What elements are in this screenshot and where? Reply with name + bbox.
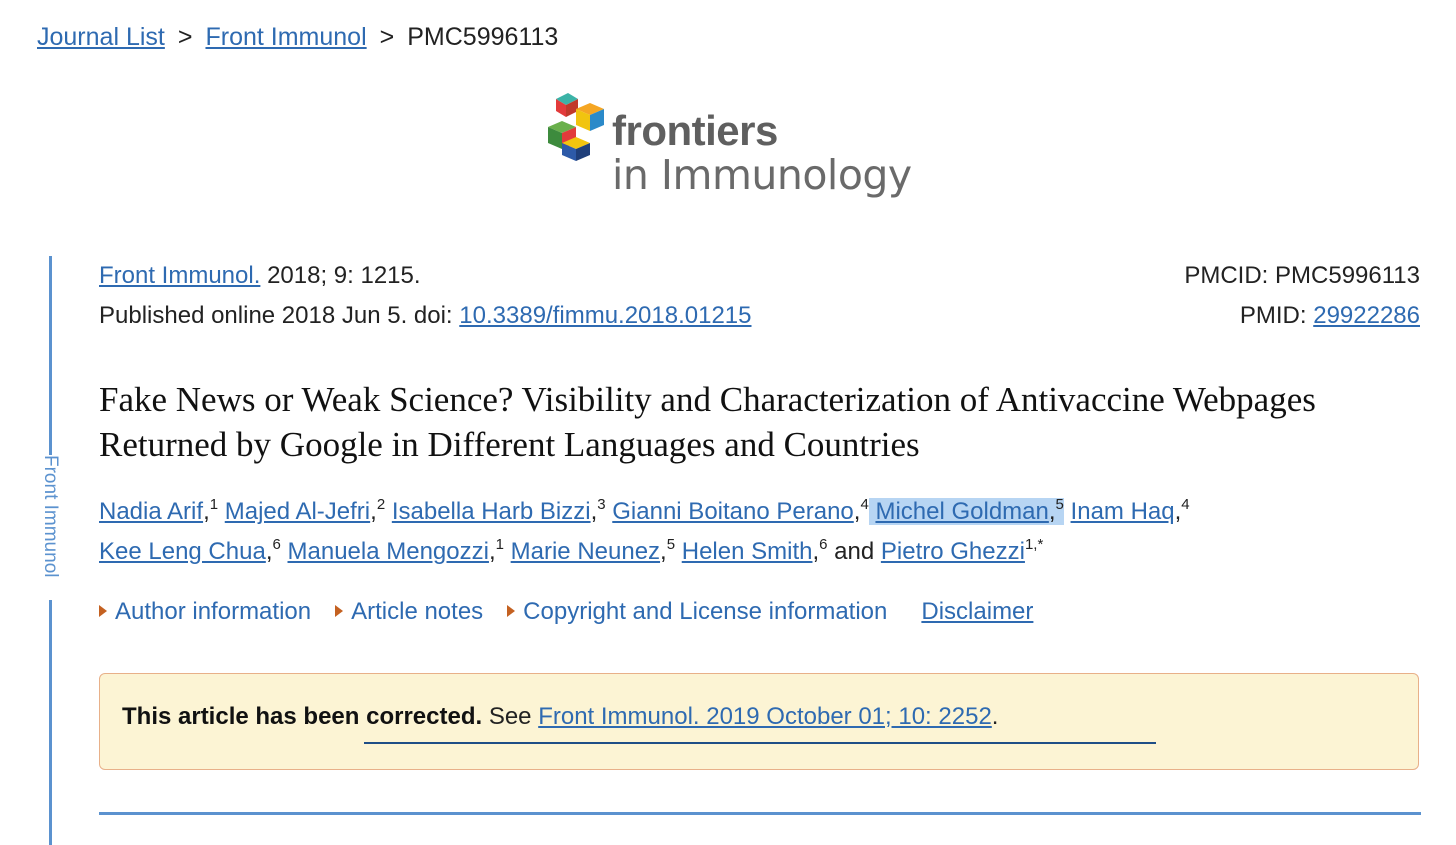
author-affiliation: 1 (209, 496, 219, 513)
author-link[interactable]: Gianni Boitano Perano (612, 498, 854, 525)
text-selection-highlight: Michel Goldman,5 (868, 496, 1064, 525)
correction-text: This article has been corrected. See Fro… (122, 701, 998, 733)
breadcrumb-journal-list-link[interactable]: Journal List (37, 23, 165, 51)
breadcrumb-separator: > (379, 23, 395, 51)
correction-period: . (991, 703, 999, 730)
correction-bold-text: This article has been corrected. (122, 703, 483, 730)
journal-logo[interactable]: frontiers in Immunology (546, 93, 926, 208)
author-affiliation: 6 (819, 536, 828, 553)
author-affiliation: 4 (1181, 496, 1190, 513)
citation-line: Front Immunol. 2018; 9: 1215. (99, 260, 421, 292)
correction-article-link[interactable]: Front Immunol. 2019 October 01; 10: 2252 (538, 703, 992, 730)
published-text: Published online 2018 Jun 5. doi: (99, 302, 453, 329)
citation-details: 2018; 9: 1215. (267, 262, 421, 289)
author-link[interactable]: Majed Al-Jefri (225, 498, 370, 525)
correction-see-text: See (488, 703, 532, 730)
journal-citation-link[interactable]: Front Immunol. (99, 262, 260, 289)
copyright-toggle[interactable]: Copyright and License information (507, 598, 887, 625)
breadcrumb-separator: > (177, 23, 193, 51)
frontiers-cube-logo-icon (548, 93, 604, 161)
pmid-line: PMID: 29922286 (1240, 300, 1420, 332)
author-affiliation: 5 (666, 536, 676, 553)
pmid-label: PMID: (1239, 302, 1307, 329)
article-notes-toggle[interactable]: Article notes (335, 598, 483, 625)
copyright-label: Copyright and License information (523, 598, 888, 625)
author-affiliation: 5 (1055, 496, 1064, 513)
author-affiliation: 6 (272, 536, 281, 553)
disclaimer-link[interactable]: Disclaimer (921, 598, 1033, 625)
author-information-label: Author information (115, 598, 312, 625)
side-journal-label[interactable]: Front Immunol (40, 455, 61, 577)
author-link[interactable]: Helen Smith (682, 538, 813, 565)
author-link[interactable]: Marie Neunez (511, 538, 660, 565)
breadcrumb: Journal List > Front Immunol > PMC5996113 (37, 20, 558, 54)
author-link[interactable]: Isabella Harb Bizzi (392, 498, 591, 525)
expand-triangle-icon (507, 605, 516, 617)
authors-and-text: and (834, 538, 875, 565)
author-affiliation: 1 (495, 536, 504, 553)
article-title: Fake News or Weak Science? Visibility an… (99, 380, 1316, 464)
author-link[interactable]: Manuela Mengozzi (288, 538, 489, 565)
author-affiliation: 1,* (1024, 536, 1044, 553)
doi-link[interactable]: 10.3389/fimmu.2018.01215 (459, 302, 751, 329)
breadcrumb-current: PMC5996113 (407, 23, 559, 51)
article-info-links: Author information Article notes Copyright… (99, 596, 1033, 628)
author-link[interactable]: Michel Goldman (875, 498, 1048, 525)
correction-notice: This article has been corrected. See Fro… (99, 673, 1419, 770)
expand-triangle-icon (335, 605, 344, 617)
author-list: Nadia Arif,1 Majed Al-Jefri,2 Isabella H… (99, 496, 1190, 565)
focus-underline (364, 742, 1156, 744)
author-affiliation: 3 (597, 496, 606, 513)
author-link[interactable]: Inam Haq (1071, 498, 1175, 525)
section-divider (99, 812, 1421, 815)
author-affiliation: 2 (376, 496, 386, 513)
breadcrumb-journal-link[interactable]: Front Immunol (205, 23, 366, 51)
article-notes-label: Article notes (351, 598, 484, 625)
published-line: Published online 2018 Jun 5. doi: 10.338… (99, 300, 752, 332)
pmid-link[interactable]: 29922286 (1313, 302, 1420, 329)
logo-word-subtitle: in Immunology (612, 151, 912, 199)
author-affiliation: 4 (860, 496, 869, 513)
author-link[interactable]: Kee Leng Chua (99, 538, 266, 565)
author-information-toggle[interactable]: Author information (99, 598, 311, 625)
expand-triangle-icon (99, 605, 107, 617)
author-link[interactable]: Pietro Ghezzi (881, 538, 1025, 565)
author-link[interactable]: Nadia Arif (99, 498, 203, 525)
logo-word-frontiers: frontiers (612, 107, 778, 154)
pmcid: PMCID: PMC5996113 (1184, 262, 1420, 289)
